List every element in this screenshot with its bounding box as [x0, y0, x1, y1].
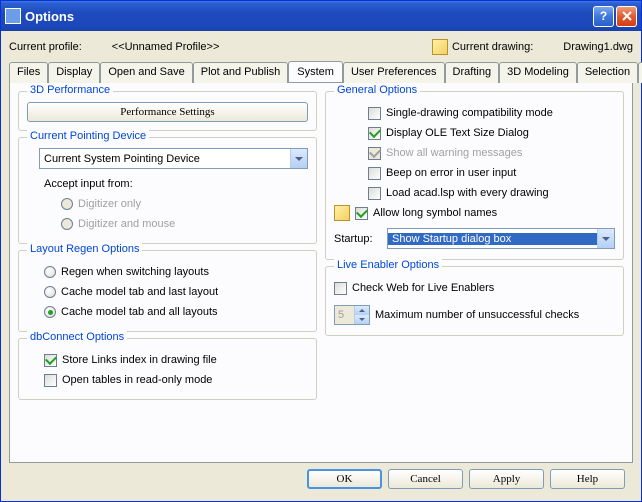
max-checks-spinner: 5 — [334, 305, 370, 325]
radio-cache-last[interactable] — [44, 286, 56, 298]
check-label: Display OLE Text Size Dialog — [386, 127, 529, 139]
group-legend: Layout Regen Options — [27, 243, 142, 255]
radio-digitizer-mouse — [61, 218, 73, 230]
tab-selection[interactable]: Selection — [577, 62, 638, 83]
spin-down-icon — [354, 315, 369, 324]
window-title: Options — [25, 9, 74, 24]
chevron-down-icon[interactable] — [597, 229, 614, 248]
close-icon — [622, 11, 632, 21]
close-button[interactable] — [616, 6, 637, 27]
chevron-down-icon[interactable] — [290, 149, 307, 168]
check-web-live-enablers[interactable] — [334, 282, 347, 295]
radio-label: Cache model tab and all layouts — [61, 306, 218, 318]
accept-input-label: Accept input from: — [44, 178, 133, 190]
check-label: Show all warning messages — [386, 147, 522, 159]
combo-text: Current System Pointing Device — [40, 153, 290, 165]
spinner-value: 5 — [335, 309, 354, 321]
tab-display[interactable]: Display — [48, 62, 100, 83]
check-beep[interactable] — [368, 167, 381, 180]
tab-drafting[interactable]: Drafting — [445, 62, 500, 83]
options-dialog: Options ? Current profile: <<Unnamed Pro… — [0, 0, 642, 502]
check-label: Load acad.lsp with every drawing — [386, 187, 549, 199]
drawing-icon — [334, 205, 350, 221]
current-profile-label: Current profile: — [9, 41, 82, 53]
app-icon — [5, 8, 21, 24]
tab-plot[interactable]: Plot and Publish — [193, 62, 289, 83]
dialog-footer: OK Cancel Apply Help — [9, 463, 633, 499]
group-legend: General Options — [334, 84, 420, 96]
check-label: Open tables in read-only mode — [62, 374, 212, 386]
check-show-warnings — [368, 147, 381, 160]
startup-label: Startup: — [334, 233, 382, 245]
group-live-enabler: Live Enabler Options Check Web for Live … — [325, 266, 624, 336]
group-layout-regen: Layout Regen Options Regen when switchin… — [18, 250, 317, 332]
check-readonly-tables[interactable] — [44, 374, 57, 387]
check-ole-text-size[interactable] — [368, 127, 381, 140]
tab-open-save[interactable]: Open and Save — [100, 62, 192, 83]
current-drawing-value: Drawing1.dwg — [563, 41, 633, 53]
startup-combo[interactable]: Show Startup dialog box — [387, 228, 615, 249]
check-store-links[interactable] — [44, 354, 57, 367]
group-legend: 3D Performance — [27, 84, 113, 96]
profile-row: Current profile: <<Unnamed Profile>> Cur… — [9, 37, 633, 57]
drawing-icon — [432, 39, 448, 55]
pointing-device-combo[interactable]: Current System Pointing Device — [39, 148, 308, 169]
check-label: Single-drawing compatibility mode — [386, 107, 553, 119]
current-profile-value: <<Unnamed Profile>> — [112, 41, 220, 53]
tab-user-preferences[interactable]: User Preferences — [343, 62, 445, 83]
max-checks-label: Maximum number of unsuccessful checks — [375, 309, 579, 321]
check-load-acadlsp[interactable] — [368, 187, 381, 200]
group-legend: Current Pointing Device — [27, 130, 149, 142]
group-pointing-device: Current Pointing Device Current System P… — [18, 137, 317, 244]
tab-files[interactable]: Files — [9, 62, 48, 83]
check-single-drawing[interactable] — [368, 107, 381, 120]
apply-button[interactable]: Apply — [469, 469, 544, 489]
group-dbconnect: dbConnect Options Store Links index in d… — [18, 338, 317, 400]
tab-panel-system: 3D Performance Performance Settings Curr… — [9, 82, 633, 463]
combo-text: Show Startup dialog box — [388, 233, 597, 245]
check-long-symbol-names[interactable] — [355, 207, 368, 220]
radio-label: Regen when switching layouts — [61, 266, 209, 278]
group-general-options: General Options Single-drawing compatibi… — [325, 91, 624, 260]
performance-settings-button[interactable]: Performance Settings — [27, 102, 308, 122]
tab-system[interactable]: System — [288, 61, 343, 82]
tab-profiles[interactable]: Profiles — [638, 62, 642, 83]
check-label: Store Links index in drawing file — [62, 354, 217, 366]
radio-cache-all[interactable] — [44, 306, 56, 318]
check-label: Beep on error in user input — [386, 167, 516, 179]
spin-up-icon — [354, 306, 369, 315]
radio-label: Digitizer only — [78, 198, 141, 210]
radio-label: Cache model tab and last layout — [61, 286, 218, 298]
check-label: Check Web for Live Enablers — [352, 282, 494, 294]
radio-regen-switching[interactable] — [44, 266, 56, 278]
current-drawing-label: Current drawing: — [452, 41, 533, 53]
context-help-button[interactable]: ? — [593, 6, 614, 27]
check-label: Allow long symbol names — [373, 207, 497, 219]
tabstrip: Files Display Open and Save Plot and Pub… — [9, 61, 633, 82]
tab-3d-modeling[interactable]: 3D Modeling — [499, 62, 577, 83]
help-button[interactable]: Help — [550, 469, 625, 489]
group-legend: dbConnect Options — [27, 331, 127, 343]
radio-label: Digitizer and mouse — [78, 218, 175, 230]
group-3d-performance: 3D Performance Performance Settings — [18, 91, 317, 131]
titlebar[interactable]: Options ? — [1, 1, 641, 31]
radio-digitizer-only — [61, 198, 73, 210]
cancel-button[interactable]: Cancel — [388, 469, 463, 489]
ok-button[interactable]: OK — [307, 469, 382, 489]
group-legend: Live Enabler Options — [334, 259, 442, 271]
